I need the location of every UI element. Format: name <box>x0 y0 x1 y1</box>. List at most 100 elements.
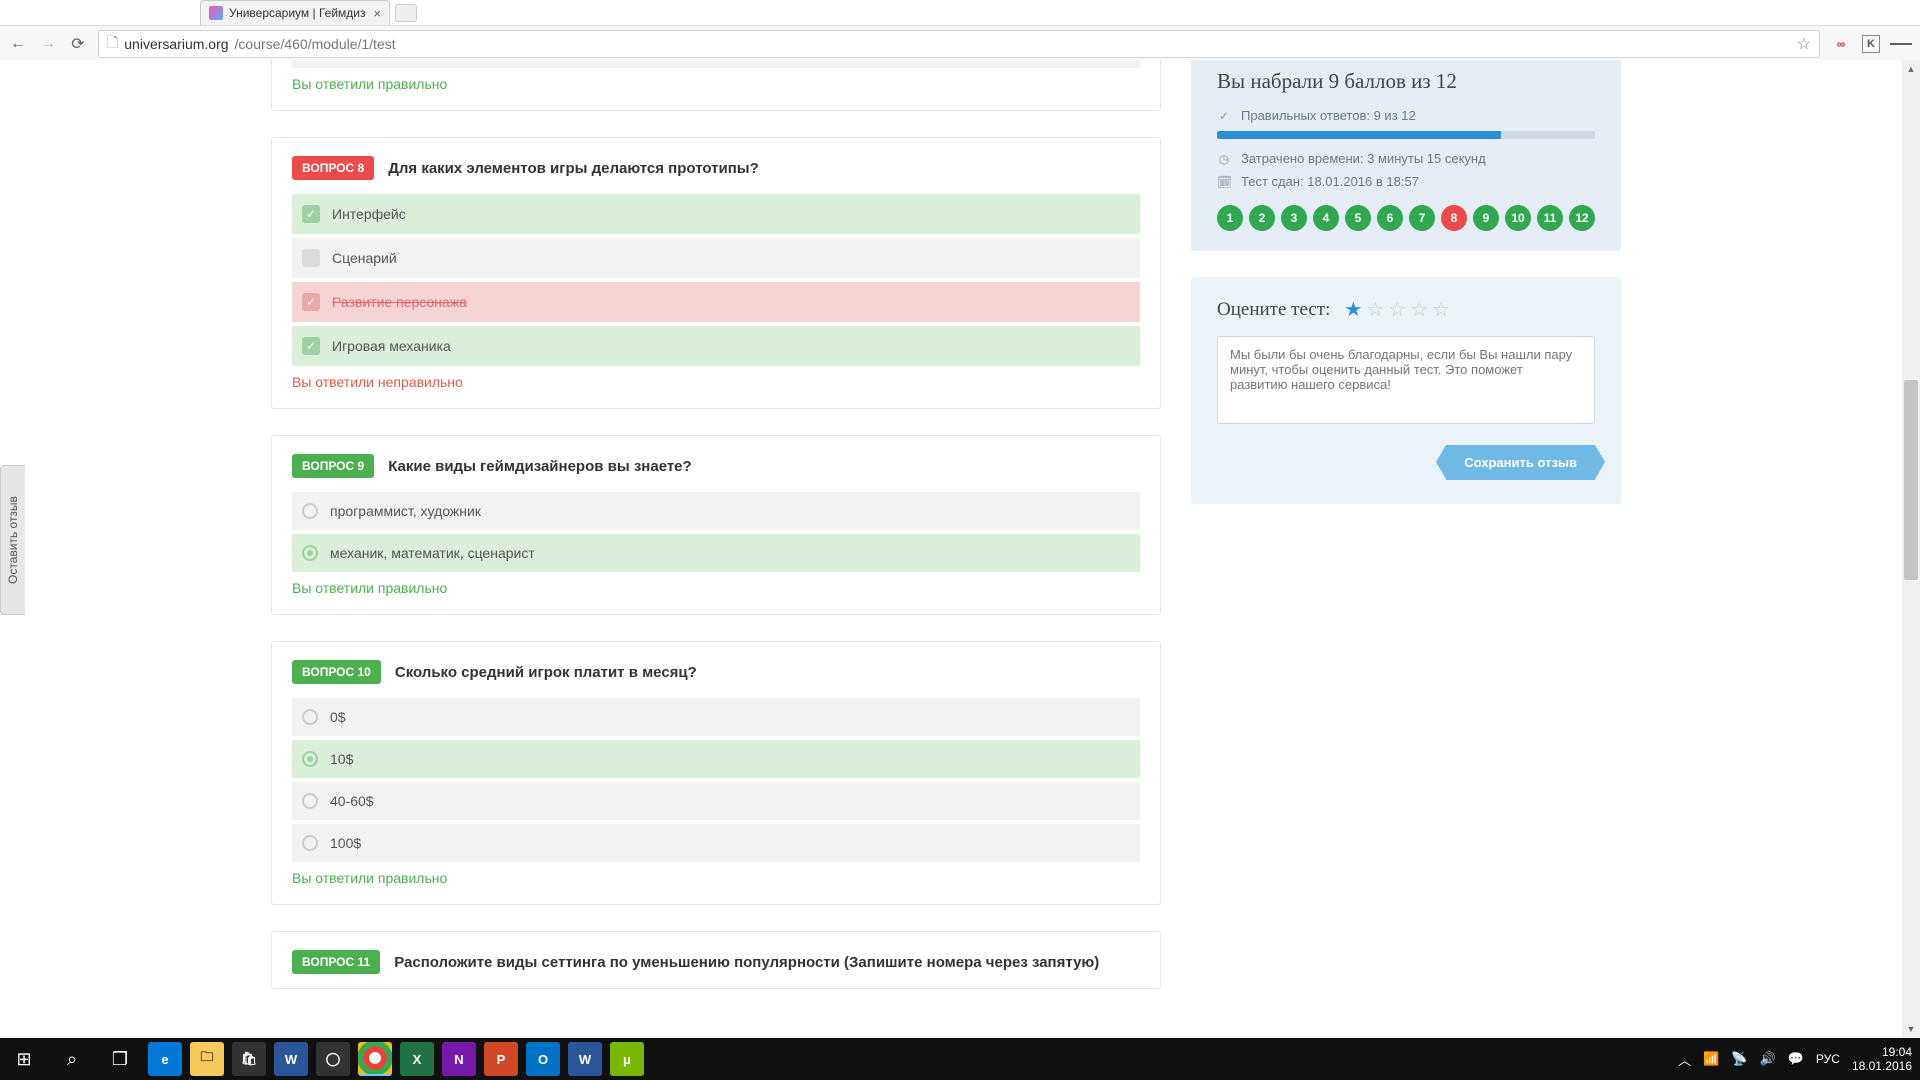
bookmark-star-icon[interactable]: ☆ <box>1797 34 1811 54</box>
question-nav-item[interactable]: 3 <box>1281 205 1307 231</box>
taskbar-app-edge[interactable]: e <box>148 1042 182 1076</box>
scroll-down-arrow[interactable]: ▼ <box>1902 1020 1920 1038</box>
clock-icon: ◷ <box>1217 152 1231 166</box>
correct-count: Правильных ответов: 9 из 12 <box>1241 108 1416 123</box>
tray-language[interactable]: РУС <box>1816 1052 1840 1066</box>
taskbar-app-word[interactable]: W <box>274 1042 308 1076</box>
question-nav-item[interactable]: 7 <box>1409 205 1435 231</box>
search-button[interactable]: ⌕ <box>48 1038 96 1080</box>
question-card-11: ВОПРОС 11 Расположите виды сеттинга по у… <box>271 931 1161 989</box>
question-card-9: ВОПРОС 9 Какие виды геймдизайнеров вы зн… <box>271 435 1161 615</box>
answer-option: механик, математик, сценарист <box>292 534 1140 572</box>
new-tab-button[interactable] <box>395 4 417 22</box>
test-date: Тест сдан: 18.01.2016 в 18:57 <box>1241 174 1419 189</box>
question-card-10: ВОПРОС 10 Сколько средний игрок платит в… <box>271 641 1161 905</box>
question-nav-item[interactable]: 8 <box>1441 205 1467 231</box>
score-panel: Вы набрали 9 баллов из 12 ✓ Правильных о… <box>1191 60 1621 251</box>
answer-text: Сценарий <box>332 250 397 266</box>
tray-chevron-icon[interactable]: ︿ <box>1678 1050 1691 1069</box>
rating-stars[interactable]: ★ ☆ ☆ ☆ ☆ <box>1344 297 1450 322</box>
answer-option: ✓Интерфейс <box>292 194 1140 234</box>
taskbar-app-powerpoint[interactable]: P <box>484 1042 518 1076</box>
radio-icon <box>302 709 318 725</box>
question-result: Вы ответили правильно <box>272 76 1160 110</box>
scroll-up-arrow[interactable]: ▲ <box>1902 60 1920 78</box>
radio-icon <box>302 793 318 809</box>
rate-panel: Оцените тест: ★ ☆ ☆ ☆ ☆ Сохранить отзыв <box>1191 277 1621 504</box>
star-icon[interactable]: ☆ <box>1410 297 1428 322</box>
tray-volume-icon[interactable]: 🔊 <box>1760 1051 1776 1067</box>
reload-button[interactable]: ⟳ <box>68 34 88 54</box>
back-button[interactable]: ← <box>8 34 28 54</box>
tray-wifi-icon[interactable]: 📡 <box>1731 1051 1747 1067</box>
tray-clock[interactable]: 19:04 18.01.2016 <box>1852 1045 1912 1074</box>
extension-icon-2[interactable]: K <box>1862 35 1880 53</box>
taskbar-app-chrome[interactable] <box>358 1042 392 1076</box>
forward-button[interactable]: → <box>38 34 58 54</box>
tray-notifications-icon[interactable]: 💬 <box>1788 1051 1804 1067</box>
taskbar-app-onenote[interactable]: N <box>442 1042 476 1076</box>
answer-option: ✓ Развитие персонажа <box>292 282 1140 322</box>
question-nav-item[interactable]: 9 <box>1473 205 1499 231</box>
task-view-button[interactable]: ❐ <box>96 1038 144 1080</box>
save-feedback-button[interactable]: Сохранить отзыв <box>1446 445 1595 480</box>
taskbar-app-cortana[interactable]: ◯ <box>316 1042 350 1076</box>
question-badge: ВОПРОС 10 <box>292 660 381 684</box>
radio-icon <box>302 503 318 519</box>
vertical-scrollbar[interactable]: ▲ ▼ <box>1902 60 1920 1038</box>
extension-icon-1[interactable]: ∞ <box>1830 34 1852 54</box>
question-nav-item[interactable]: 6 <box>1377 205 1403 231</box>
answer-option: 100$ <box>292 824 1140 862</box>
taskbar-app-outlook[interactable]: O <box>526 1042 560 1076</box>
question-result: Вы ответили правильно <box>272 870 1160 904</box>
taskbar-app-store[interactable]: 🛍 <box>232 1042 266 1076</box>
score-title: Вы набрали 9 баллов из 12 <box>1217 69 1595 94</box>
rate-title: Оцените тест: <box>1217 299 1330 321</box>
checkbox-icon: ✓ <box>302 293 320 311</box>
radio-icon <box>302 545 318 561</box>
answer-option: 10$ <box>292 740 1140 778</box>
check-icon: ✓ <box>1217 109 1231 123</box>
tab-close-icon[interactable]: × <box>373 6 381 21</box>
question-text: Для каких элементов игры делаются протот… <box>388 160 759 177</box>
taskbar-app-excel[interactable]: X <box>400 1042 434 1076</box>
address-bar[interactable]: 🗋 universarium.org/course/460/module/1/t… <box>98 30 1820 58</box>
answer-option: 40-60$ <box>292 782 1140 820</box>
star-icon[interactable]: ☆ <box>1388 297 1406 322</box>
taskbar-app-word2[interactable]: W <box>568 1042 602 1076</box>
question-nav-item[interactable]: 12 <box>1569 205 1595 231</box>
feedback-side-tab[interactable]: Оставить отзыв <box>0 465 25 615</box>
question-nav-item[interactable]: 4 <box>1313 205 1339 231</box>
question-nav-item[interactable]: 1 <box>1217 205 1243 231</box>
answer-option: Сценарий <box>292 238 1140 278</box>
question-badge: ВОПРОС 11 <box>292 950 380 974</box>
answer-option: 0$ <box>292 698 1140 736</box>
taskbar-app-utorrent[interactable]: μ <box>610 1042 644 1076</box>
question-nav-item[interactable]: 10 <box>1505 205 1531 231</box>
browser-tab[interactable]: Универсариум | Геймдиз × <box>200 0 390 25</box>
scrollbar-thumb[interactable] <box>1904 380 1918 580</box>
browser-menu-button[interactable] <box>1890 34 1912 54</box>
star-icon[interactable]: ☆ <box>1432 297 1450 322</box>
star-icon[interactable]: ★ <box>1344 297 1362 322</box>
taskbar-app-explorer[interactable]: 🗀 <box>190 1042 224 1076</box>
answer-text: 10$ <box>330 751 353 767</box>
feedback-textarea[interactable] <box>1217 336 1595 424</box>
answer-text: Интерфейс <box>332 206 406 222</box>
score-progress <box>1217 131 1595 139</box>
question-nav-item[interactable]: 11 <box>1537 205 1563 231</box>
tray-network-icon[interactable]: 📶 <box>1703 1051 1719 1067</box>
answer-text: Развитие персонажа <box>332 294 467 310</box>
answer-text: 100$ <box>330 835 361 851</box>
answer-option: ✓Игровая механика <box>292 326 1140 366</box>
browser-toolbar: ← → ⟳ 🗋 universarium.org/course/460/modu… <box>0 25 1920 63</box>
question-nav: 123456789101112 <box>1217 205 1595 231</box>
question-result: Вы ответили неправильно <box>272 374 1160 408</box>
start-button[interactable]: ⊞ <box>0 1038 48 1080</box>
checkbox-icon: ✓ <box>302 337 320 355</box>
question-nav-item[interactable]: 5 <box>1345 205 1371 231</box>
star-icon[interactable]: ☆ <box>1366 297 1384 322</box>
question-nav-item[interactable]: 2 <box>1249 205 1275 231</box>
answer-text: 40-60$ <box>330 793 374 809</box>
checkbox-icon <box>302 249 320 267</box>
